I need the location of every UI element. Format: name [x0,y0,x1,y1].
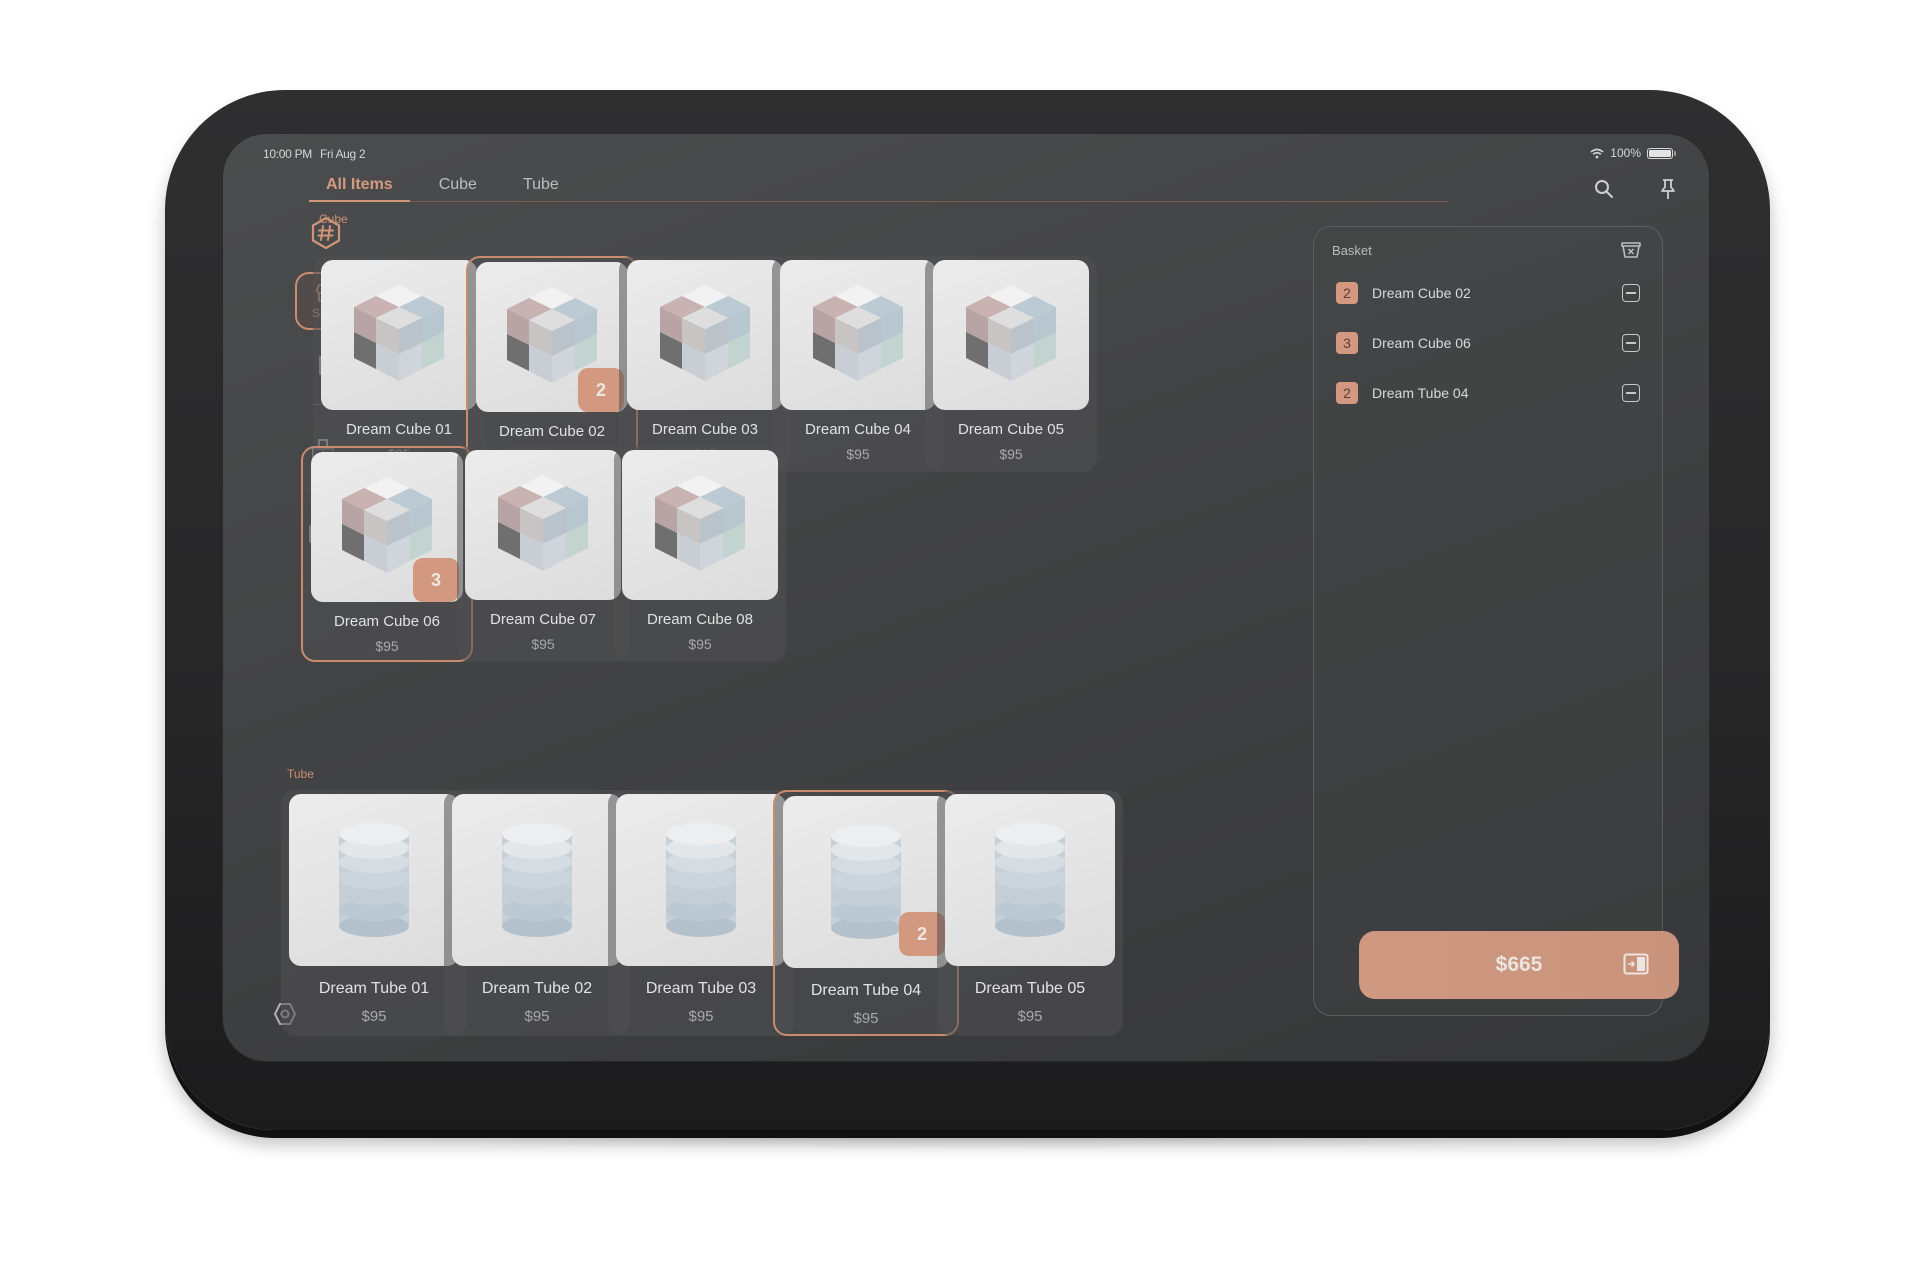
basket-item[interactable]: 3 Dream Cube 06 [1336,329,1640,357]
product-card[interactable]: Dream Tube 01 $95 [281,790,467,1036]
product-image [780,260,936,410]
product-card[interactable]: Dream Cube 06 $95 3 [301,446,473,662]
product-name: Dream Cube 06 [334,613,440,630]
pos-screen: 10:00 PM Fri Aug 2 100% All Items Cube T… [222,133,1710,1062]
tab-all-items[interactable]: All Items [309,170,410,202]
product-name: Dream Cube 05 [958,421,1064,438]
battery-fill [1649,149,1671,157]
category-tabs: All Items Cube Tube [309,170,1449,202]
tube-image [339,823,409,937]
product-price: $95 [375,638,399,654]
status-right: 100% [1590,146,1676,160]
tube-image [831,825,901,939]
checkout-icon [1623,953,1649,975]
product-name: Dream Cube 03 [652,421,758,438]
product-price: $95 [361,1008,387,1025]
status-bar: 10:00 PM Fri Aug 2 100% [223,144,1709,164]
tablet-device: 10:00 PM Fri Aug 2 100% All Items Cube T… [165,90,1770,1130]
section-label-tube: Tube [287,767,314,781]
product-card[interactable]: Dream Cube 04 $95 [772,256,944,472]
product-image [465,450,621,600]
product-card[interactable]: Dream Tube 03 $95 [608,790,794,1036]
cube-image [655,475,745,571]
pin-button[interactable] [1655,176,1681,202]
search-button[interactable] [1591,176,1617,202]
tab-tube[interactable]: Tube [506,170,576,202]
remove-item-icon[interactable] [1622,384,1640,402]
product-image [627,260,783,410]
wifi-icon [1590,148,1604,158]
product-price: $95 [524,1008,550,1025]
cube-image [354,285,444,381]
cube-image [498,475,588,571]
basket-item-name: Dream Cube 06 [1372,335,1471,351]
battery-icon [1647,147,1676,159]
product-image [289,794,459,966]
product-name: Dream Cube 04 [805,421,911,438]
search-icon [1595,180,1613,198]
product-image [616,794,786,966]
quantity-badge: 2 [578,368,624,412]
battery-percent: 100% [1610,146,1641,160]
top-actions [1591,176,1681,202]
cube-image [660,285,750,381]
product-price: $95 [531,636,555,652]
tab-cube[interactable]: Cube [422,170,494,202]
cube-image [966,285,1056,381]
product-name: Dream Tube 04 [810,982,922,999]
product-card[interactable]: Dream Tube 02 $95 [444,790,630,1036]
product-card[interactable]: Dream Tube 05 $95 [937,790,1123,1036]
product-card[interactable]: Dream Cube 08 $95 [614,446,786,662]
basket-item-qty: 2 [1336,382,1358,404]
product-price: $95 [688,1008,714,1025]
remove-item-icon[interactable] [1622,284,1640,302]
basket-item-qty: 3 [1336,332,1358,354]
product-price: $95 [846,446,870,462]
product-card[interactable]: Dream Cube 05 $95 [925,256,1097,472]
product-price: $95 [999,446,1023,462]
product-card[interactable]: Dream Cube 01 $95 [313,256,485,472]
status-date: Fri Aug 2 [320,147,366,161]
product-image [321,260,477,410]
clear-basket-icon[interactable] [1620,241,1642,259]
cube-image [813,285,903,381]
product-name: Dream Tube 03 [645,980,757,997]
product-card[interactable]: Dream Cube 07 $95 [457,446,629,662]
pin-icon [1661,179,1675,199]
basket-item-name: Dream Tube 04 [1372,385,1469,401]
product-name: Dream Cube 08 [647,611,753,628]
product-image [945,794,1115,966]
checkout-total: $665 [1495,953,1543,976]
section-label-cube: Cube [319,212,348,226]
basket-item[interactable]: 2 Dream Cube 02 [1336,279,1640,307]
basket-item[interactable]: 2 Dream Tube 04 [1336,379,1640,407]
product-price: $95 [853,1010,879,1027]
product-image [452,794,622,966]
quantity-badge: 3 [413,558,459,602]
checkout-button[interactable]: $665 [1359,931,1679,999]
basket-item-name: Dream Cube 02 [1372,285,1471,301]
basket-panel: Basket 2 Dream Cube 02 3 Dream Cube 06 2… [1313,226,1663,1016]
tube-image [666,823,736,937]
status-time: 10:00 PM [263,147,312,161]
product-name: Dream Cube 02 [499,423,605,440]
tube-image [995,823,1065,937]
product-name: Dream Cube 07 [490,611,596,628]
remove-item-icon[interactable] [1622,334,1640,352]
product-price: $95 [1017,1008,1043,1025]
product-card[interactable]: Dream Cube 02 $95 2 [466,256,638,472]
product-name: Dream Tube 05 [974,980,1086,997]
product-name: Dream Cube 01 [346,421,452,438]
basket-title: Basket [1332,243,1372,258]
tube-image [502,823,572,937]
basket-item-qty: 2 [1336,282,1358,304]
product-name: Dream Tube 02 [481,980,593,997]
product-image [933,260,1089,410]
product-card[interactable]: Dream Tube 04 $95 2 [773,790,959,1036]
product-image [622,450,778,600]
product-card[interactable]: Dream Cube 03 $95 [619,256,791,472]
product-price: $95 [688,636,712,652]
product-name: Dream Tube 01 [318,980,430,997]
